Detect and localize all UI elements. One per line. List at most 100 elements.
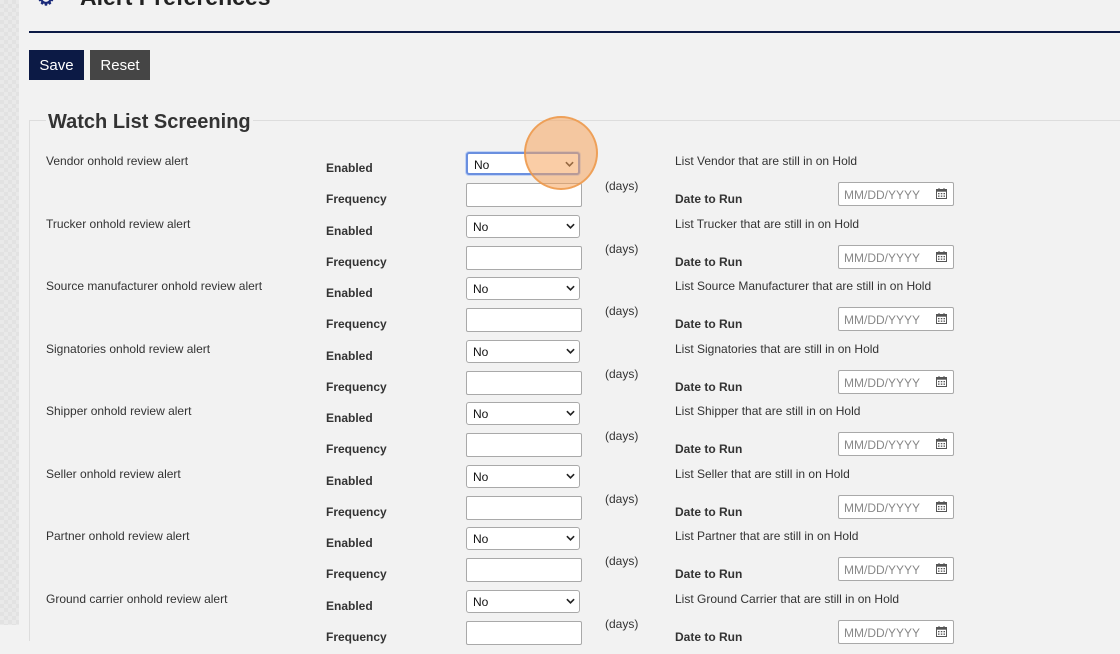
alert-name: Partner onhold review alert — [46, 529, 190, 543]
frequency-label: Frequency — [326, 254, 387, 269]
enabled-label: Enabled — [326, 161, 373, 175]
alert-description: List Trucker that are still in on Hold — [675, 216, 860, 231]
gear-icon: ⚙ — [37, 0, 55, 11]
date-to-run-input[interactable]: MM/DD/YYYY — [838, 369, 954, 394]
days-label: (days) — [605, 304, 639, 318]
alert-row: Trucker onhold review alert Enabled No F… — [0, 214, 1120, 279]
enabled-select[interactable]: No — [466, 527, 580, 550]
frequency-input[interactable] — [466, 245, 582, 270]
calendar-icon[interactable] — [936, 625, 947, 637]
calendar-icon[interactable] — [936, 313, 947, 324]
date-placeholder: MM/DD/YYYY — [844, 250, 921, 265]
chevron-down-icon — [566, 473, 575, 479]
alert-row: Source manufacturer onhold review alert … — [0, 277, 1120, 341]
alert-row: Shipper onhold review alert Enabled No F… — [0, 402, 1120, 466]
date-placeholder: MM/DD/YYYY — [844, 375, 921, 390]
enabled-select[interactable]: No — [466, 464, 580, 488]
alert-description: List Signatories that are still in on Ho… — [675, 341, 880, 356]
date-to-run-input[interactable]: MM/DD/YYYY — [838, 557, 954, 581]
days-label: (days) — [605, 616, 639, 631]
date-to-run-label: Date to Run — [675, 567, 743, 581]
chevron-down-icon — [566, 535, 575, 541]
calendar-icon[interactable] — [936, 250, 947, 262]
date-placeholder: MM/DD/YYYY — [844, 563, 921, 577]
title-divider — [29, 31, 1120, 33]
alert-description: List Ground Carrier that are still in on… — [675, 591, 900, 606]
alert-name: Seller onhold review alert — [46, 466, 181, 481]
calendar-icon[interactable] — [936, 438, 947, 449]
date-to-run-input[interactable]: MM/DD/YYYY — [838, 494, 954, 519]
enabled-select-value: No — [474, 158, 490, 172]
chevron-down-icon — [566, 348, 575, 354]
enabled-label: Enabled — [326, 473, 373, 488]
frequency-input[interactable] — [466, 433, 582, 457]
calendar-icon[interactable] — [936, 500, 947, 512]
enabled-select[interactable]: No — [466, 402, 580, 425]
alert-name: Shipper onhold review alert — [46, 404, 192, 418]
date-to-run-label: Date to Run — [675, 317, 743, 331]
date-placeholder: MM/DD/YYYY — [844, 313, 921, 327]
days-label: (days) — [605, 429, 639, 443]
days-label: (days) — [605, 554, 639, 568]
chevron-down-icon — [566, 598, 575, 604]
alert-name: Source manufacturer onhold review alert — [46, 279, 263, 293]
enabled-select[interactable]: No — [466, 339, 580, 363]
enabled-select[interactable]: No — [466, 277, 580, 300]
enabled-label: Enabled — [326, 598, 373, 613]
frequency-input[interactable] — [466, 558, 582, 582]
alert-name: Ground carrier onhold review alert — [46, 591, 228, 606]
date-to-run-input[interactable]: MM/DD/YYYY — [838, 307, 954, 331]
date-placeholder: MM/DD/YYYY — [844, 438, 921, 452]
enabled-select-value: No — [473, 532, 489, 546]
frequency-label: Frequency — [326, 567, 387, 581]
enabled-select-value: No — [473, 219, 489, 234]
calendar-icon[interactable] — [936, 563, 947, 574]
alert-row: Signatories onhold review alert Enabled … — [0, 339, 1120, 404]
date-placeholder: MM/DD/YYYY — [844, 500, 921, 515]
date-to-run-label: Date to Run — [675, 254, 743, 269]
frequency-label: Frequency — [326, 379, 387, 394]
alert-row: Ground carrier onhold review alert Enabl… — [0, 589, 1120, 654]
date-to-run-label: Date to Run — [675, 379, 743, 394]
frequency-input[interactable] — [466, 620, 582, 645]
chevron-down-icon — [566, 410, 575, 416]
click-indicator — [524, 116, 598, 190]
frequency-input[interactable] — [466, 370, 582, 395]
chevron-down-icon — [566, 285, 575, 291]
frequency-input[interactable] — [466, 308, 582, 332]
frequency-input[interactable] — [466, 495, 582, 520]
enabled-select-value: No — [473, 594, 489, 609]
date-to-run-input[interactable]: MM/DD/YYYY — [838, 619, 954, 644]
enabled-label: Enabled — [326, 536, 373, 550]
days-label: (days) — [605, 491, 639, 506]
frequency-label: Frequency — [326, 442, 387, 456]
date-to-run-label: Date to Run — [675, 504, 743, 519]
save-button[interactable]: Save — [29, 50, 84, 80]
enabled-label: Enabled — [326, 411, 373, 425]
alert-name: Vendor onhold review alert — [46, 154, 189, 168]
date-placeholder: MM/DD/YYYY — [844, 625, 921, 640]
calendar-icon[interactable] — [936, 188, 947, 199]
enabled-label: Enabled — [326, 286, 373, 300]
calendar-icon[interactable] — [936, 375, 947, 387]
date-to-run-label: Date to Run — [675, 629, 743, 644]
enabled-select[interactable]: No — [466, 214, 580, 238]
alert-description: List Source Manufacturer that are still … — [675, 279, 932, 293]
date-to-run-input[interactable]: MM/DD/YYYY — [838, 432, 954, 456]
enabled-select[interactable]: No — [466, 589, 580, 613]
date-to-run-input[interactable]: MM/DD/YYYY — [838, 244, 954, 269]
date-placeholder: MM/DD/YYYY — [844, 188, 921, 202]
section-title: Watch List Screening — [46, 111, 253, 134]
reset-button[interactable]: Reset — [90, 50, 150, 80]
alert-description: List Seller that are still in on Hold — [675, 466, 850, 481]
enabled-label: Enabled — [326, 348, 373, 363]
enabled-label: Enabled — [326, 223, 373, 238]
frequency-label: Frequency — [326, 629, 387, 644]
enabled-select-value: No — [473, 344, 489, 359]
days-label: (days) — [605, 241, 639, 256]
date-to-run-label: Date to Run — [675, 442, 743, 456]
frequency-label: Frequency — [326, 504, 387, 519]
date-to-run-input[interactable]: MM/DD/YYYY — [838, 182, 954, 206]
frequency-label: Frequency — [326, 192, 387, 206]
alert-description: List Partner that are still in on Hold — [675, 529, 859, 543]
